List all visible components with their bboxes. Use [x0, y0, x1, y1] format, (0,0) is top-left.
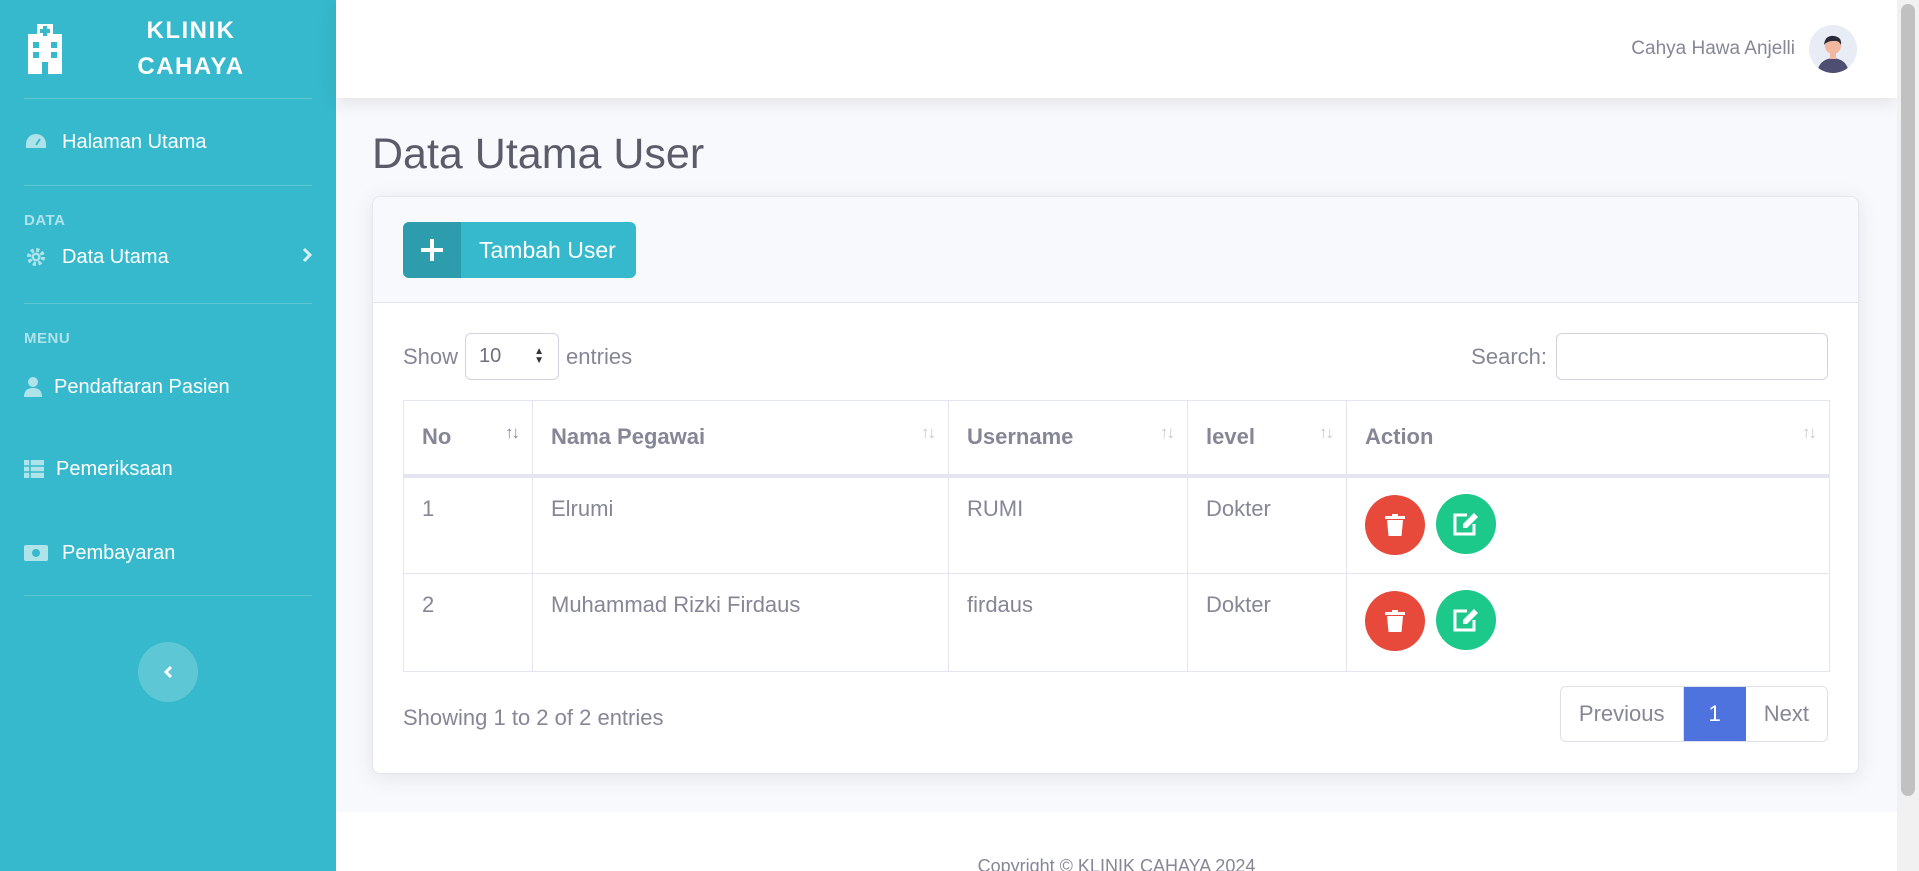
sidebar-item-pendaftaran-pasien[interactable]: Pendaftaran Pasien	[0, 347, 336, 427]
sort-icon: ↑↓	[1802, 423, 1817, 442]
user-table-card: Tambah User Show 10 ▲ ▼ entries Search: N…	[372, 196, 1859, 774]
column-header-action[interactable]: Action ↑↓	[1346, 400, 1830, 478]
search-label: Search:	[1471, 343, 1547, 369]
sidebar-item-label: Pemeriksaan	[56, 457, 173, 480]
sidebar-divider	[24, 185, 312, 186]
hospital-icon	[28, 24, 62, 74]
table-icon	[24, 459, 44, 479]
sidebar-divider	[24, 595, 312, 596]
sidebar-item-label: Halaman Utama	[62, 130, 207, 153]
cell-username: RUMI	[948, 475, 1188, 574]
copyright-text: Copyright © KLINIK CAHAYA 2024	[977, 856, 1256, 871]
cell-action	[1346, 573, 1830, 672]
brand-name: KLINIK CAHAYA	[66, 13, 336, 85]
sort-asc-icon: ↑↓	[505, 423, 520, 442]
avatar[interactable]	[1809, 25, 1857, 73]
sort-icon: ↑↓	[1160, 423, 1175, 442]
cell-nama-pegawai: Muhammad Rizki Firdaus	[532, 573, 949, 672]
card-header: Tambah User	[373, 197, 1858, 303]
pagination-page-1[interactable]: 1	[1683, 687, 1746, 741]
pagination-next[interactable]: Next	[1745, 687, 1827, 741]
search-input[interactable]	[1556, 333, 1828, 380]
money-icon	[24, 543, 48, 563]
column-header-no[interactable]: No ↑↓	[403, 400, 533, 478]
topbar: Cahya Hawa Anjelli	[336, 0, 1897, 98]
select-arrows-icon: ▲ ▼	[534, 346, 545, 366]
column-header-nama-pegawai[interactable]: Nama Pegawai ↑↓	[532, 400, 949, 478]
sidebar-item-pemeriksaan[interactable]: Pemeriksaan	[0, 427, 336, 511]
delete-button[interactable]	[1365, 494, 1425, 555]
sort-icon: ↑↓	[921, 423, 936, 442]
edit-icon	[1453, 512, 1479, 535]
edit-button[interactable]	[1436, 493, 1497, 554]
table-header-row: No ↑↓ Nama Pegawai ↑↓ Username ↑↓ level ↑↓ A…	[403, 400, 1830, 478]
pagination: Previous 1 Next	[1559, 686, 1828, 742]
sidebar-item-halaman-utama[interactable]: Halaman Utama	[0, 99, 336, 185]
user-name[interactable]: Cahya Hawa Anjelli	[1631, 38, 1795, 60]
chevron-left-icon	[163, 665, 173, 679]
sort-icon: ↑↓	[1319, 423, 1334, 442]
column-label: Action	[1365, 424, 1434, 450]
sidebar-divider	[24, 303, 312, 304]
cell-username: firdaus	[948, 573, 1188, 672]
trash-icon	[1385, 513, 1405, 536]
entries-select[interactable]: 10 ▲ ▼	[465, 333, 560, 380]
brand[interactable]: KLINIK CAHAYA	[0, 0, 336, 98]
scrollbar-thumb[interactable]	[1901, 4, 1915, 796]
column-header-level[interactable]: level ↑↓	[1187, 400, 1347, 478]
user-table: No ↑↓ Nama Pegawai ↑↓ Username ↑↓ level ↑↓ A…	[403, 400, 1830, 672]
table-row: 2 Muhammad Rizki Firdaus firdaus Dokter	[403, 573, 1830, 672]
column-label: Nama Pegawai	[551, 424, 706, 450]
gear-icon	[24, 247, 48, 267]
trash-icon	[1385, 610, 1405, 632]
entries-select-value: 10	[479, 345, 502, 367]
sidebar-item-label: Pendaftaran Pasien	[54, 375, 230, 398]
cell-nama-pegawai: Elrumi	[532, 475, 949, 574]
plus-icon	[403, 222, 461, 278]
cell-level: Dokter	[1187, 475, 1347, 574]
entries-label: entries	[566, 343, 633, 369]
column-label: level	[1206, 424, 1255, 450]
edit-button[interactable]	[1436, 590, 1497, 650]
column-label: Username	[967, 424, 1074, 450]
sidebar-item-label: Pembayaran	[62, 541, 176, 564]
sidebar-toggle-button[interactable]	[138, 642, 198, 702]
sidebar-heading-data: DATA	[24, 212, 66, 229]
edit-icon	[1453, 609, 1479, 632]
add-user-button[interactable]: Tambah User	[403, 222, 636, 278]
column-label: No	[422, 424, 452, 450]
brand-line-1: KLINIK	[146, 17, 236, 44]
show-label: Show	[403, 343, 459, 369]
pagination-previous[interactable]: Previous	[1560, 687, 1684, 741]
cell-action	[1346, 475, 1830, 574]
user-icon	[24, 377, 42, 397]
sidebar: KLINIK CAHAYA Halaman Utama DATA Data Ut…	[0, 0, 336, 871]
cell-no: 1	[403, 475, 533, 574]
chevron-right-icon	[302, 246, 313, 269]
column-header-username[interactable]: Username ↑↓	[948, 400, 1188, 478]
brand-line-2: CAHAYA	[137, 53, 245, 80]
sidebar-item-pembayaran[interactable]: Pembayaran	[0, 511, 336, 595]
sidebar-item-data-utama[interactable]: Data Utama	[0, 229, 336, 285]
delete-button[interactable]	[1365, 591, 1425, 651]
entries-length-control: Show 10 ▲ ▼ entries	[403, 333, 632, 380]
footer: Copyright © KLINIK CAHAYA 2024	[336, 812, 1897, 871]
cell-no: 2	[403, 573, 533, 672]
cell-level: Dokter	[1187, 573, 1347, 672]
sidebar-item-label: Data Utama	[62, 245, 169, 268]
page-scrollbar[interactable]	[1897, 0, 1919, 871]
sidebar-heading-menu: MENU	[24, 330, 71, 347]
table-search: Search:	[1471, 333, 1828, 380]
table-row: 1 Elrumi RUMI Dokter	[403, 475, 1830, 574]
page-title: Data Utama User	[372, 130, 705, 178]
table-info: Showing 1 to 2 of 2 entries	[403, 705, 664, 730]
tachometer-icon	[24, 132, 48, 152]
add-user-label: Tambah User	[479, 236, 616, 263]
